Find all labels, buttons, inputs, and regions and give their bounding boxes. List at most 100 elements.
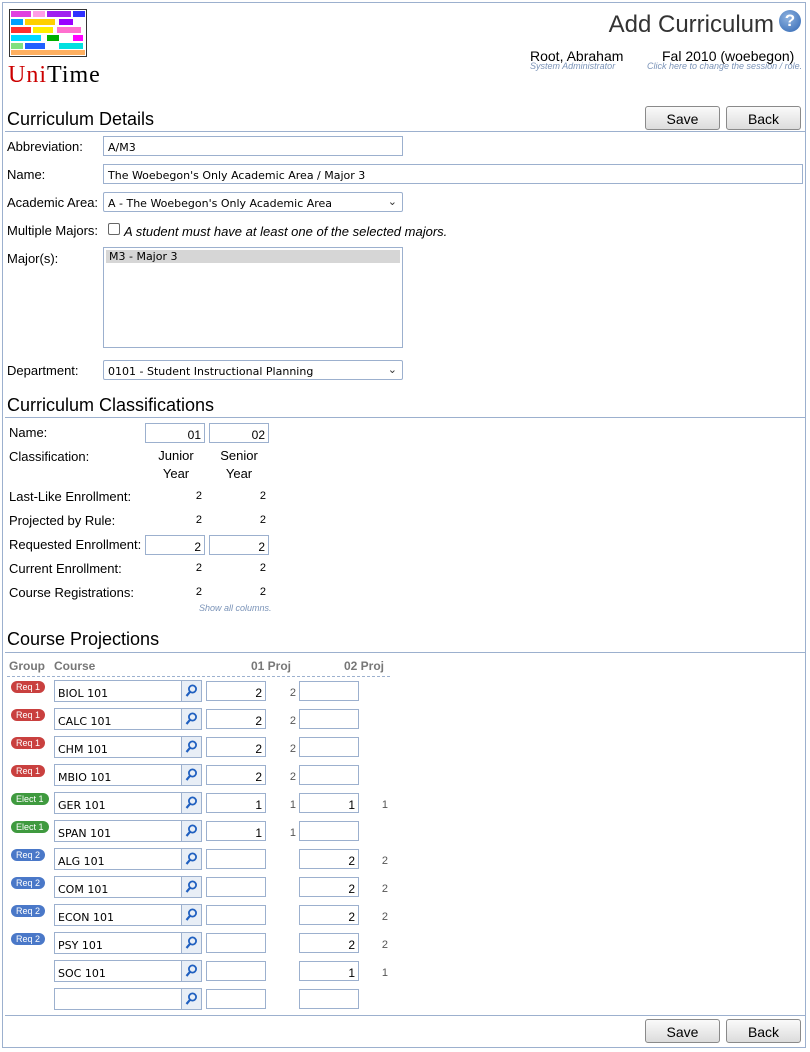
- curriculum-details-title: Curriculum Details: [7, 109, 155, 129]
- group-column-header[interactable]: Group: [9, 659, 45, 673]
- course-input[interactable]: BIOL 101: [54, 680, 182, 702]
- proj-01-input[interactable]: 2: [206, 681, 266, 701]
- course-lookup-button[interactable]: [182, 988, 202, 1010]
- proj-01-input[interactable]: [206, 933, 266, 953]
- section-divider: [5, 652, 805, 653]
- course-lookup-button[interactable]: [182, 904, 202, 926]
- current-01: 2: [195, 562, 202, 574]
- proj-02-input[interactable]: 2: [299, 933, 359, 953]
- proj-02-input[interactable]: [299, 709, 359, 729]
- proj-02-input[interactable]: [299, 821, 359, 841]
- proj-01-input[interactable]: [206, 849, 266, 869]
- course-lookup-button[interactable]: [182, 792, 202, 814]
- chevron-down-icon: ⌄: [387, 363, 397, 376]
- course-lookup-button[interactable]: [182, 848, 202, 870]
- proj-01-input[interactable]: [206, 905, 266, 925]
- group-badge[interactable]: Req 1: [11, 709, 46, 721]
- search-icon: [185, 935, 198, 951]
- course-input[interactable]: [54, 988, 182, 1010]
- requested-input-02[interactable]: 2: [209, 535, 269, 555]
- search-icon: [185, 739, 198, 755]
- registrations-02: 2: [259, 586, 266, 598]
- course-lookup-button[interactable]: [182, 680, 202, 702]
- search-icon: [185, 823, 198, 839]
- course-lookup-button[interactable]: [182, 932, 202, 954]
- proj-02-input[interactable]: 1: [299, 961, 359, 981]
- course-input[interactable]: CALC 101: [54, 708, 182, 730]
- proj-01-input[interactable]: [206, 989, 266, 1009]
- projected-label: Projected by Rule:: [9, 513, 116, 528]
- footer-divider: [5, 1015, 805, 1016]
- save-button[interactable]: Save: [645, 106, 720, 130]
- group-badge[interactable]: Req 2: [11, 849, 46, 861]
- course-input[interactable]: CHM 101: [54, 736, 182, 758]
- name-label: Name:: [7, 167, 46, 182]
- proj-01-input[interactable]: 1: [206, 821, 266, 841]
- group-badge[interactable]: Req 2: [11, 933, 46, 945]
- unitime-wordmark: UniTime: [8, 62, 101, 88]
- proj-01-input[interactable]: 1: [206, 793, 266, 813]
- course-input[interactable]: ECON 101: [54, 904, 182, 926]
- classification-label: Classification:: [9, 449, 90, 464]
- group-badge[interactable]: Req 2: [11, 905, 46, 917]
- majors-listbox[interactable]: M3 - Major 3: [103, 247, 403, 348]
- back-button-bottom[interactable]: Back: [726, 1019, 801, 1043]
- cls-name-input-01[interactable]: 01: [145, 423, 205, 443]
- course-lookup-button[interactable]: [182, 876, 202, 898]
- session-hint[interactable]: Click here to change the session / role.: [647, 61, 802, 71]
- multiple-majors-checkbox[interactable]: [108, 223, 120, 235]
- course-input[interactable]: SPAN 101: [54, 820, 182, 842]
- group-badge[interactable]: Req 1: [11, 681, 46, 693]
- course-input[interactable]: GER 101: [54, 792, 182, 814]
- save-button-bottom[interactable]: Save: [645, 1019, 720, 1043]
- academic-area-label: Academic Area:: [7, 195, 99, 210]
- help-icon[interactable]: ?: [779, 10, 801, 32]
- course-input[interactable]: COM 101: [54, 876, 182, 898]
- proj-01-input[interactable]: 2: [206, 765, 266, 785]
- group-badge[interactable]: Req 1: [11, 765, 46, 777]
- last-like-label: Last-Like Enrollment:: [9, 489, 132, 504]
- course-input[interactable]: SOC 101: [54, 960, 182, 982]
- name-input[interactable]: The Woebegon's Only Academic Area / Majo…: [103, 164, 803, 184]
- proj-02-column-header[interactable]: 02 Proj: [344, 659, 384, 673]
- cls-name-label: Name:: [9, 425, 48, 440]
- proj-01-input[interactable]: 2: [206, 709, 266, 729]
- course-lookup-button[interactable]: [182, 736, 202, 758]
- proj-01-column-header[interactable]: 01 Proj: [251, 659, 291, 673]
- search-icon: [185, 879, 198, 895]
- back-button[interactable]: Back: [726, 106, 801, 130]
- group-badge[interactable]: Req 1: [11, 737, 46, 749]
- course-input[interactable]: PSY 101: [54, 932, 182, 954]
- proj-01-input[interactable]: [206, 877, 266, 897]
- cls-name-input-02[interactable]: 02: [209, 423, 269, 443]
- group-badge[interactable]: Req 2: [11, 877, 46, 889]
- course-input[interactable]: ALG 101: [54, 848, 182, 870]
- group-badge[interactable]: Elect 1: [11, 793, 49, 805]
- academic-area-select[interactable]: A - The Woebegon's Only Academic Area ⌄: [103, 192, 403, 212]
- course-lookup-button[interactable]: [182, 820, 202, 842]
- proj-02-input[interactable]: 2: [299, 849, 359, 869]
- course-lookup-button[interactable]: [182, 764, 202, 786]
- section-divider: [5, 131, 805, 132]
- proj-02-input[interactable]: 1: [299, 793, 359, 813]
- course-lookup-button[interactable]: [182, 708, 202, 730]
- proj-02-input[interactable]: 2: [299, 877, 359, 897]
- course-lookup-button[interactable]: [182, 960, 202, 982]
- proj-01-input[interactable]: 2: [206, 737, 266, 757]
- proj-02-input[interactable]: [299, 681, 359, 701]
- course-column-header[interactable]: Course: [54, 659, 95, 673]
- course-input[interactable]: MBIO 101: [54, 764, 182, 786]
- department-select[interactable]: 0101 - Student Instructional Planning ⌄: [103, 360, 403, 380]
- major-option[interactable]: M3 - Major 3: [106, 250, 400, 263]
- proj-01-input[interactable]: [206, 961, 266, 981]
- proj-02-input[interactable]: [299, 737, 359, 757]
- proj-01-value: 2: [289, 687, 296, 699]
- proj-02-input[interactable]: [299, 989, 359, 1009]
- abbreviation-input[interactable]: A/M3: [103, 136, 403, 156]
- show-all-columns-link[interactable]: Show all columns.: [199, 603, 272, 613]
- proj-02-input[interactable]: [299, 765, 359, 785]
- proj-02-input[interactable]: 2: [299, 905, 359, 925]
- requested-input-01[interactable]: 2: [145, 535, 205, 555]
- group-badge[interactable]: Elect 1: [11, 821, 49, 833]
- registrations-label: Course Registrations:: [9, 585, 134, 600]
